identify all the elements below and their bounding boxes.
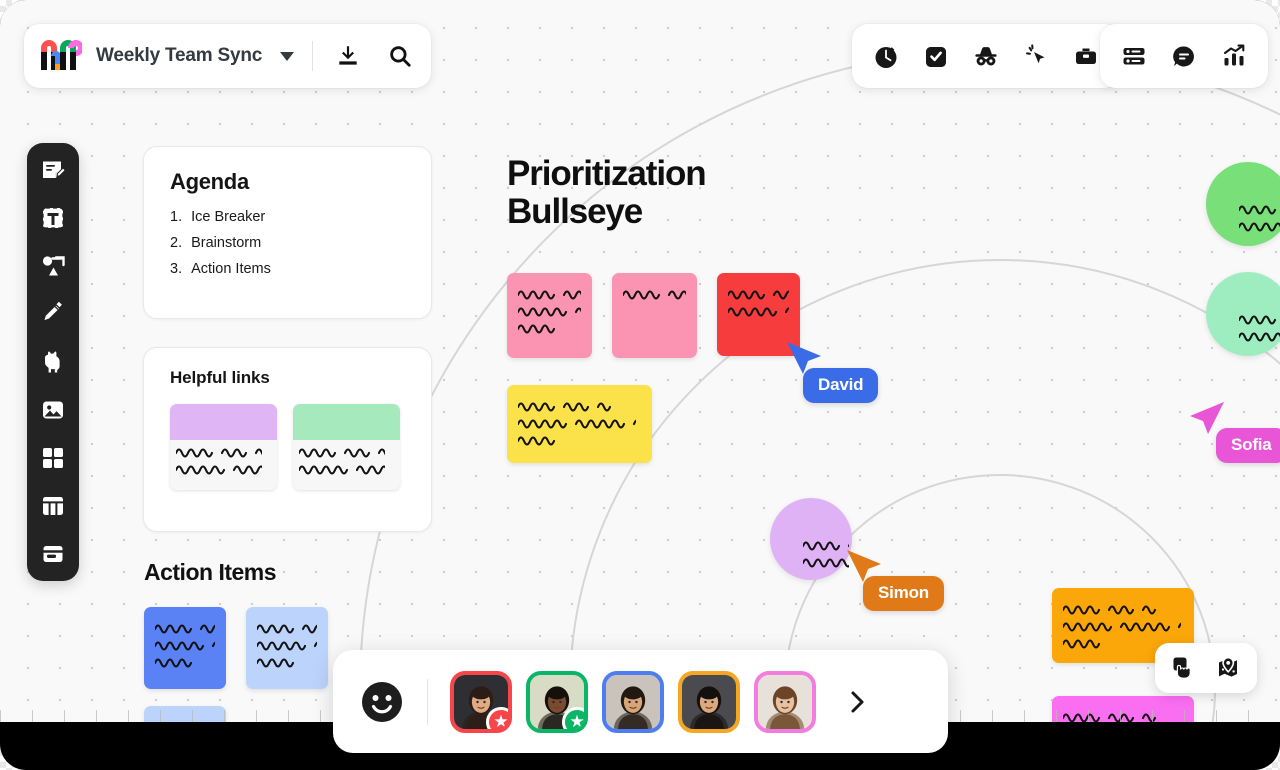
helpful-links-panel[interactable]: Helpful links — [143, 347, 432, 532]
participant-avatars: ★ ★ — [450, 670, 816, 733]
sticky-blue-pale[interactable] — [246, 607, 328, 689]
agenda-item: 2. Brainstorm — [170, 235, 405, 251]
voting-icon[interactable] — [922, 42, 950, 70]
comment-icon[interactable] — [1170, 42, 1198, 70]
avatar-participant-4[interactable] — [678, 670, 740, 733]
helpful-links-heading: Helpful links — [170, 368, 270, 387]
participants-bar: ★ ★ — [333, 650, 948, 753]
agenda-panel[interactable]: Agenda 1. Ice Breaker 2. Brainstorm 3. Action… — [143, 146, 432, 319]
page-title: Prioritization Bullseye — [507, 154, 707, 231]
sidebar-item-table[interactable] — [40, 493, 66, 519]
cards-icon[interactable] — [1120, 42, 1148, 70]
analytics-icon[interactable] — [1220, 42, 1248, 70]
circle-green-pale[interactable] — [1206, 272, 1280, 356]
cursor-name-tag: Sofia — [1216, 428, 1280, 463]
panels-toolbar — [1100, 24, 1268, 88]
chevron-right-icon[interactable] — [842, 687, 872, 717]
board-title-line-1: Prioritization — [507, 154, 707, 193]
helpful-links-row — [170, 404, 405, 490]
sticky-yellow-1[interactable] — [507, 385, 652, 463]
action-items-heading: Action Items — [144, 559, 277, 585]
incognito-icon[interactable] — [972, 42, 1000, 70]
sidebar-item-text[interactable] — [40, 205, 66, 231]
app-window: Prioritization Bullseye Action Items Dav… — [0, 0, 1280, 770]
board-titlebar: Weekly Team Sync — [24, 24, 432, 88]
cursor-name-tag: David — [803, 368, 879, 403]
sticky-pink-2[interactable] — [612, 273, 697, 358]
miro-logo — [41, 40, 82, 70]
avatar-participant-3[interactable] — [602, 670, 664, 733]
agenda-item-label: Brainstorm — [191, 235, 262, 251]
agenda-item-number: 1. — [170, 209, 183, 225]
sidebar-item-card[interactable] — [40, 541, 66, 567]
smiley-icon[interactable] — [359, 679, 405, 725]
board-title-line-2: Bullseye — [507, 191, 643, 231]
sticky-pink-1[interactable] — [507, 273, 592, 358]
search-icon[interactable] — [387, 43, 413, 69]
participants-bar-divider — [427, 678, 428, 725]
circle-green-dark[interactable] — [1206, 162, 1280, 246]
agenda-heading: Agenda — [170, 169, 249, 194]
agenda-item-number: 3. — [170, 261, 183, 277]
link-thumbnail — [293, 404, 400, 440]
agenda-list: 1. Ice Breaker 2. Brainstorm 3. Action Items — [170, 209, 405, 277]
sidebar-item-llama[interactable] — [40, 349, 66, 375]
sidebar-item-shapes[interactable] — [40, 253, 66, 279]
collaboration-toolbar — [852, 24, 1120, 88]
avatar-participant-5[interactable] — [754, 670, 816, 733]
titlebar-divider — [312, 41, 314, 71]
agenda-item-number: 2. — [170, 235, 183, 251]
avatar-participant-1[interactable]: ★ — [450, 670, 512, 733]
presenter-badge: ★ — [562, 706, 584, 729]
sidebar-item-image[interactable] — [40, 397, 66, 423]
chevron-down-icon[interactable] — [280, 51, 295, 61]
canvas-controls-toolbar — [1155, 643, 1257, 693]
cursor-name-tag: Simon — [863, 576, 944, 611]
sidebar-item-sticky-note[interactable] — [40, 157, 66, 183]
sidebar-item-frame[interactable] — [40, 445, 66, 471]
attention-icon[interactable] — [1022, 42, 1050, 70]
link-caption — [170, 440, 277, 490]
avatar-participant-2[interactable]: ★ — [526, 670, 588, 733]
download-icon[interactable] — [335, 43, 361, 69]
circle-purple[interactable] — [770, 498, 852, 580]
link-card-purple[interactable] — [170, 404, 277, 490]
board-canvas[interactable]: Prioritization Bullseye Action Items Dav… — [0, 0, 1280, 722]
sticky-blue-dark[interactable] — [144, 607, 226, 689]
link-thumbnail — [170, 404, 277, 440]
toolbox-icon[interactable] — [1072, 42, 1100, 70]
timer-icon[interactable] — [872, 42, 900, 70]
link-caption — [293, 440, 400, 490]
tools-sidebar[interactable] — [27, 143, 79, 581]
sidebar-item-pen[interactable] — [40, 301, 66, 327]
agenda-item-label: Action Items — [191, 261, 271, 277]
presenter-badge: ★ — [486, 706, 508, 729]
agenda-item-label: Ice Breaker — [191, 209, 266, 225]
board-name[interactable]: Weekly Team Sync — [96, 45, 262, 67]
map-pin-icon[interactable] — [1215, 655, 1241, 681]
link-card-green[interactable] — [293, 404, 400, 490]
agenda-item: 1. Ice Breaker — [170, 209, 405, 225]
hand-pan-icon[interactable] — [1171, 655, 1197, 681]
agenda-item: 3. Action Items — [170, 261, 405, 277]
